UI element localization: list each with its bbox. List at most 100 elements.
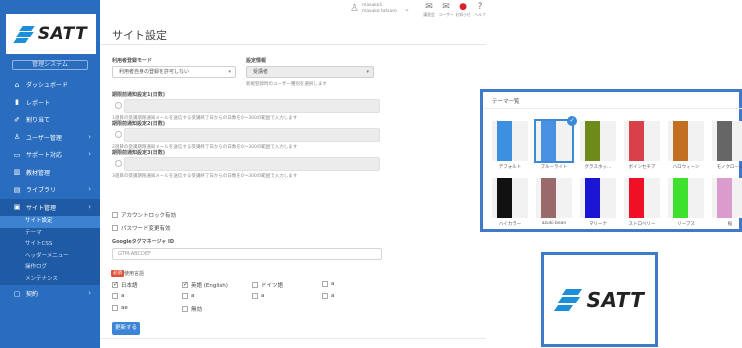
language-checkbox[interactable]: 日本語	[112, 281, 138, 289]
topbar-icon-label: お知らせ	[455, 12, 471, 17]
language-checkbox[interactable]: a	[322, 293, 334, 299]
theme-swatch[interactable]	[624, 178, 660, 218]
save-button[interactable]: 更新する	[112, 322, 140, 335]
theme-label: モノクローム	[716, 165, 742, 170]
theme-color-bar	[717, 178, 732, 218]
sidebar-item[interactable]: ⌂ ダッシュボード	[0, 76, 100, 94]
sidebar-item-label: ダッシュボード	[26, 82, 69, 90]
language-checkbox[interactable]: ドイツ語	[252, 281, 283, 289]
theme-label: デフォルト	[498, 165, 522, 170]
theme-list-panel: テーマ一覧 デフォルト ✓ ブルーライト グラスホッ… ボインセチア ハロウィーン モノクロ…	[480, 89, 742, 232]
checkbox-box	[112, 281, 118, 288]
theme-swatch[interactable]	[712, 178, 742, 218]
theme-swatch[interactable]	[580, 178, 616, 218]
enable-radio[interactable]	[115, 102, 122, 109]
theme-swatch[interactable]: ✓	[534, 116, 577, 163]
language-label: a	[331, 293, 335, 299]
theme-label: 桜	[727, 222, 733, 227]
checkbox-box	[322, 281, 328, 287]
sidebar-subitem[interactable]: サイトCSS	[0, 239, 100, 251]
user-menu[interactable]: ♙ masuko1 masuko tatsuro ⌄	[350, 3, 410, 14]
checkbox-box	[182, 293, 188, 299]
theme-swatch[interactable]	[536, 178, 572, 218]
topbar-inbox-button[interactable]: ✉ ユーザー	[438, 2, 454, 18]
password-change-checkbox[interactable]: パスワード変更有効	[112, 224, 171, 232]
enable-radio[interactable]	[115, 160, 122, 167]
divider	[100, 338, 486, 339]
theme-swatch[interactable]	[492, 178, 528, 218]
language-checkbox[interactable]: 英語 (English)	[182, 281, 228, 289]
notify-days-input[interactable]	[124, 157, 380, 171]
mode-select[interactable]: 利用者自身の登録を許可しない ▾	[112, 66, 236, 78]
sidebar-subitem[interactable]: ヘッダーメニュー	[0, 251, 100, 263]
language-label: a	[331, 281, 335, 287]
theme-color-bar	[673, 121, 688, 161]
sidebar-subitem[interactable]: メンテナンス	[0, 274, 100, 286]
pin-icon: ✐	[14, 115, 20, 124]
brand-logo[interactable]: SATT	[6, 14, 96, 54]
language-checkbox[interactable]: ae	[112, 305, 128, 311]
mode-label: 利用者登録モード	[112, 58, 153, 64]
sidebar-item[interactable]: ▮ レポート	[0, 94, 100, 112]
theme-label: ボインセチア	[628, 165, 656, 170]
theme-swatch[interactable]	[668, 178, 704, 218]
gtm-input[interactable]: GTM-ABCDEF	[112, 248, 382, 260]
sidebar-item[interactable]: ♙ ユーザー管理 ›	[0, 129, 100, 147]
theme-swatch[interactable]	[624, 121, 660, 161]
brand-name: SATT	[37, 24, 88, 44]
language-label: a	[261, 293, 265, 299]
satt-logo-icon	[13, 23, 35, 45]
theme-label: ブルーライト	[540, 165, 568, 170]
settings-select[interactable]: 受講者 ▾	[246, 66, 374, 78]
sidebar-item[interactable]: ▤ ライブラリ ›	[0, 181, 100, 199]
theme-color-bar	[629, 178, 644, 218]
sidebar-subitem[interactable]: サイト設定	[0, 216, 100, 228]
sidebar-item[interactable]: ▣ サイト管理 ›	[0, 198, 100, 216]
sidebar-item[interactable]: ▭ サポート対応 ›	[0, 146, 100, 164]
theme-color-bar	[497, 178, 512, 218]
sidebar-item-label: サポート対応	[26, 152, 63, 160]
account-lock-checkbox[interactable]: アカウントロック有効	[112, 211, 176, 219]
notify-days-input[interactable]	[124, 99, 380, 113]
sidebar-subitem[interactable]: 操作ログ	[0, 262, 100, 274]
language-label: 英語 (English)	[191, 283, 228, 289]
user-name: masuko tatsuro	[361, 8, 397, 14]
language-checkbox[interactable]: a	[252, 293, 264, 299]
sidebar-item[interactable]: ✐ 割り当て	[0, 111, 100, 129]
sidebar-item-label: ライブラリ	[26, 187, 57, 195]
chevron-down-icon: ⌄	[403, 4, 410, 13]
notify-days-input[interactable]	[124, 128, 380, 142]
language-checkbox[interactable]: a	[322, 281, 334, 287]
topbar-bell-button[interactable]: ● お知らせ	[455, 2, 471, 18]
inbox-icon: ✉	[442, 2, 450, 12]
bar-chart-icon: ▮	[15, 98, 19, 107]
topbar-mail-button[interactable]: ✉ 講習会	[421, 2, 437, 18]
chat-icon: ▭	[13, 150, 21, 159]
language-checkbox[interactable]: 無効	[182, 305, 202, 313]
satt-logo-icon	[553, 285, 583, 315]
checkbox-box	[112, 305, 118, 311]
sidebar-item[interactable]: ▢ 契約 ›	[0, 285, 100, 303]
language-checkbox[interactable]: a	[182, 293, 194, 299]
sidebar-item[interactable]: ▥ 教材管理	[0, 164, 100, 182]
theme-label: マリーナ	[589, 222, 607, 227]
check-icon: ✓	[567, 116, 577, 126]
theme-swatch[interactable]	[492, 121, 528, 161]
topbar-help-button[interactable]: ? ヘルプ	[472, 2, 488, 18]
language-checkbox[interactable]: a	[112, 293, 124, 299]
theme-swatch[interactable]	[580, 121, 616, 161]
enable-radio[interactable]	[115, 131, 122, 138]
theme-label: ハイカラー	[498, 222, 522, 227]
topbar-icon-label: ヘルプ	[474, 12, 486, 17]
theme-color-bar	[585, 178, 600, 218]
divider	[100, 44, 486, 45]
theme-color-bar	[717, 121, 732, 161]
theme-swatch[interactable]	[712, 121, 742, 161]
sidebar-item-label: 契約	[26, 291, 39, 299]
home-icon: ⌂	[14, 80, 20, 89]
language-label: 無効	[191, 307, 203, 313]
settings-label: 設定情報	[246, 58, 267, 64]
sidebar-subitem[interactable]: テーマ	[0, 228, 100, 240]
chevron-right-icon: ›	[88, 185, 91, 193]
theme-swatch[interactable]	[668, 121, 704, 161]
